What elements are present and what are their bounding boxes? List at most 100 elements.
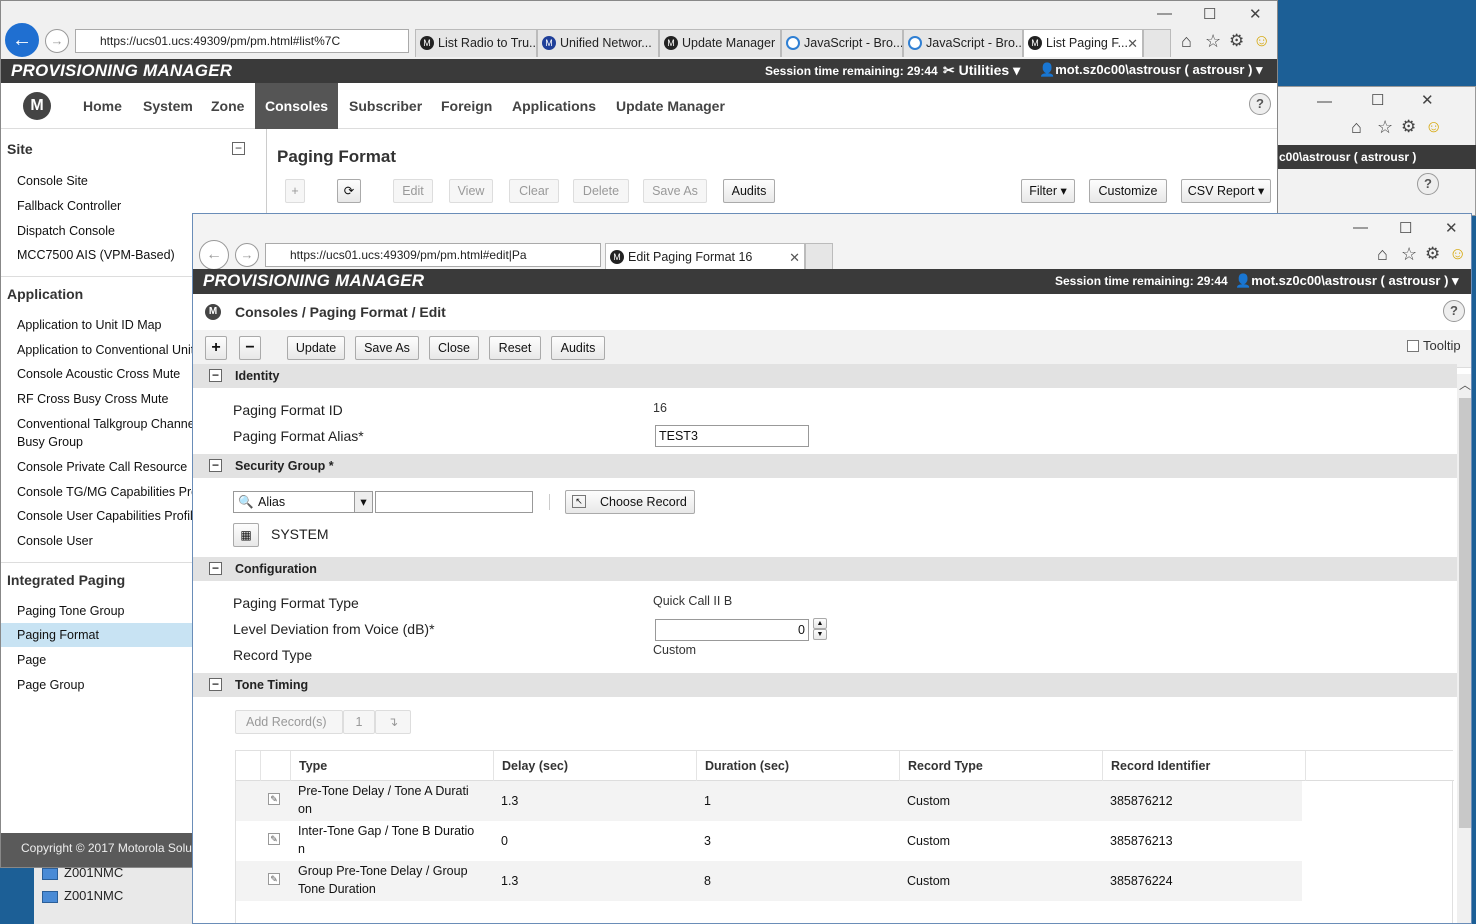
tab-list-radio[interactable]: M List Radio to Tru... xyxy=(415,29,537,57)
paging-format-alias-input[interactable]: TEST3 xyxy=(655,425,809,447)
sidebar-item-user-capabilities[interactable]: Console User Capabilities Profile xyxy=(17,509,200,523)
maximize-icon[interactable]: ☐ xyxy=(1399,219,1412,237)
maximize-icon[interactable]: ☐ xyxy=(1371,91,1384,109)
smiley-icon[interactable]: ☺ xyxy=(1449,244,1466,264)
gear-icon[interactable]: ⚙ xyxy=(1229,31,1244,51)
add-records-go-icon[interactable]: ↴ xyxy=(375,710,411,734)
edit-icon[interactable]: ✎ xyxy=(268,793,280,805)
update-button[interactable]: Update xyxy=(287,336,345,360)
sidebar-item-acoustic-cross-mute[interactable]: Console Acoustic Cross Mute xyxy=(17,367,180,381)
tab-list-paging-format[interactable]: M List Paging F... ✕ xyxy=(1023,29,1143,57)
home-icon[interactable]: ⌂ xyxy=(1377,244,1388,265)
sidebar-item-conv-tg-channel[interactable]: Conventional Talkgroup Channel xyxy=(17,417,197,431)
clear-button[interactable]: Clear xyxy=(509,179,559,203)
menu-home[interactable]: Home xyxy=(83,83,122,129)
sidebar-item-fallback-controller[interactable]: Fallback Controller xyxy=(17,199,121,213)
minimize-icon[interactable]: — xyxy=(1157,5,1172,22)
sidebar-item-rf-cross-busy[interactable]: RF Cross Busy Cross Mute xyxy=(17,392,168,406)
new-tab-button[interactable] xyxy=(805,243,833,271)
reset-button[interactable]: Reset xyxy=(489,336,541,360)
customize-button[interactable]: Customize xyxy=(1089,179,1167,203)
edit-icon[interactable]: ✎ xyxy=(268,833,280,845)
stepper-down-icon[interactable]: ▼ xyxy=(813,629,827,640)
scroll-up-icon[interactable]: ︿ xyxy=(1459,376,1471,393)
close-icon[interactable]: ✕ xyxy=(1249,5,1262,23)
sidebar-item-mcc7500[interactable]: MCC7500 AIS (VPM-Based) xyxy=(17,248,175,262)
table-row[interactable]: ✎ Inter-Tone Gap / Tone B Duratio n 0 3 … xyxy=(236,821,1302,861)
home-icon[interactable]: ⌂ xyxy=(1351,117,1362,138)
back-arrow-icon[interactable]: ← xyxy=(5,23,39,57)
sidebar-item-tgmg-capabilities[interactable]: Console TG/MG Capabilities Prof xyxy=(17,485,202,499)
section-security-group[interactable]: − Security Group * xyxy=(193,454,1457,478)
menu-consoles[interactable]: Consoles xyxy=(255,83,339,129)
collapse-icon[interactable]: − xyxy=(209,562,222,575)
menu-zone[interactable]: Zone xyxy=(211,83,244,129)
home-icon[interactable]: ⌂ xyxy=(1181,31,1192,52)
menu-subscriber[interactable]: Subscriber xyxy=(349,83,422,129)
help-icon[interactable]: ? xyxy=(1443,300,1465,322)
menu-applications[interactable]: Applications xyxy=(512,83,596,129)
address-bar[interactable]: https://ucs01.ucs:49309/pm/pm.html#list%… xyxy=(75,29,409,53)
choose-record-button[interactable]: ↖ Choose Record xyxy=(565,490,695,514)
column-header-delay[interactable]: Delay (sec) xyxy=(493,751,696,781)
close-icon[interactable]: ✕ xyxy=(1445,219,1458,237)
add-icon[interactable]: + xyxy=(285,179,305,203)
minimize-icon[interactable]: — xyxy=(1353,219,1368,236)
forward-arrow-icon[interactable]: → xyxy=(45,29,69,53)
vertical-scrollbar[interactable]: ︿ xyxy=(1457,374,1471,923)
chevron-down-icon[interactable]: ▾ xyxy=(354,492,372,512)
tab-unified-network[interactable]: M Unified Networ... xyxy=(537,29,659,57)
desktop-item[interactable]: Z001NMC xyxy=(64,888,123,903)
sidebar-item-page[interactable]: Page xyxy=(17,653,46,667)
address-bar[interactable]: https://ucs01.ucs:49309/pm/pm.html#edit|… xyxy=(265,243,601,267)
search-field-select[interactable]: 🔍 Alias ▾ xyxy=(233,491,373,513)
tab-close-icon[interactable]: ✕ xyxy=(1127,30,1138,57)
collapse-icon[interactable]: − xyxy=(209,369,222,382)
maximize-icon[interactable]: ☐ xyxy=(1203,5,1216,23)
audits-button[interactable]: Audits xyxy=(551,336,605,360)
edit-icon[interactable]: ✎ xyxy=(268,873,280,885)
save-as-button[interactable]: Save As xyxy=(643,179,707,203)
smiley-icon[interactable]: ☺ xyxy=(1253,31,1270,51)
sidebar-item-console-site[interactable]: Console Site xyxy=(17,174,88,188)
help-icon[interactable]: ? xyxy=(1417,173,1439,195)
tab-update-manager[interactable]: M Update Manager xyxy=(659,29,781,57)
sidebar-item-page-group[interactable]: Page Group xyxy=(17,678,84,692)
sidebar-item-private-call[interactable]: Console Private Call Resource xyxy=(17,460,187,474)
sidebar-item-dispatch-console[interactable]: Dispatch Console xyxy=(17,224,115,238)
expand-all-button[interactable]: + xyxy=(205,336,227,360)
new-tab-button[interactable] xyxy=(1143,29,1171,57)
utilities-menu[interactable]: ✂ Utilities ▾ xyxy=(943,62,1020,79)
close-icon[interactable]: ✕ xyxy=(1421,91,1434,109)
collapse-icon[interactable]: − xyxy=(209,459,222,472)
collapse-all-button[interactable]: − xyxy=(239,336,261,360)
user-menu[interactable]: 👤mot.sz0c00\astrousr ( astrousr ) ▾ xyxy=(1039,62,1263,78)
tooltip-checkbox[interactable] xyxy=(1407,340,1419,352)
edit-button[interactable]: Edit xyxy=(393,179,433,203)
star-icon[interactable]: ☆ xyxy=(1401,244,1417,265)
stepper-up-icon[interactable]: ▲ xyxy=(813,618,827,629)
sidebar-item-app-conv-unit[interactable]: Application to Conventional Unit M xyxy=(17,343,208,357)
save-as-button[interactable]: Save As xyxy=(355,336,419,360)
delete-button[interactable]: Delete xyxy=(573,179,629,203)
gear-icon[interactable]: ⚙ xyxy=(1401,117,1416,137)
menu-update-manager[interactable]: Update Manager xyxy=(616,83,725,129)
view-button[interactable]: View xyxy=(449,179,493,203)
star-icon[interactable]: ☆ xyxy=(1377,117,1393,138)
forward-arrow-icon[interactable]: → xyxy=(235,243,259,267)
scrollbar-thumb[interactable] xyxy=(1459,398,1471,828)
column-header-record-type[interactable]: Record Type xyxy=(899,751,1102,781)
add-records-count[interactable]: 1 xyxy=(343,710,375,734)
level-deviation-input[interactable]: 0 xyxy=(655,619,809,641)
star-icon[interactable]: ☆ xyxy=(1205,31,1221,52)
grid-icon[interactable]: ▦ xyxy=(233,523,259,547)
section-identity[interactable]: − Identity xyxy=(193,364,1457,388)
audits-button[interactable]: Audits xyxy=(723,179,775,203)
minimize-icon[interactable]: — xyxy=(1317,93,1332,110)
refresh-icon[interactable]: ⟳ xyxy=(337,179,361,203)
column-header-record-identifier[interactable]: Record Identifier xyxy=(1102,751,1306,781)
tab-javascript-2[interactable]: JavaScript - Bro... xyxy=(903,29,1023,57)
gear-icon[interactable]: ⚙ xyxy=(1425,244,1440,264)
tab-close-icon[interactable]: ✕ xyxy=(789,244,800,271)
search-input[interactable] xyxy=(375,491,533,513)
